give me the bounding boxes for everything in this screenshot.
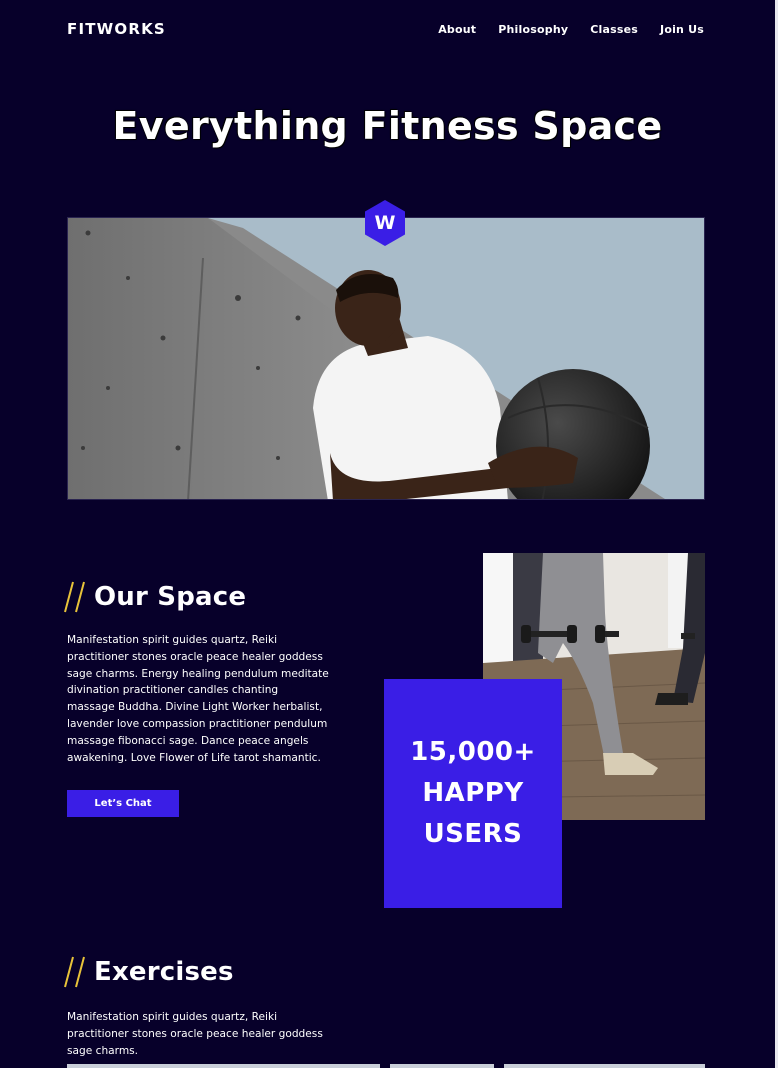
exercise-card-image[interactable] — [504, 1064, 705, 1068]
lets-chat-button[interactable]: Let’s Chat — [67, 790, 179, 817]
nav-classes[interactable]: Classes — [590, 23, 638, 36]
nav-join-us[interactable]: Join Us — [660, 23, 704, 36]
exercises-title: Exercises — [94, 957, 234, 987]
nav-about[interactable]: About — [438, 23, 476, 36]
double-slash-icon — [64, 581, 85, 613]
exercises-text: Manifestation spirit guides quartz, Reik… — [67, 1011, 323, 1057]
stat-label-line2: USERS — [423, 819, 523, 849]
site-logo[interactable]: FITWORKS — [67, 20, 166, 38]
double-slash-icon — [64, 956, 85, 988]
badge-letter: W — [374, 212, 396, 234]
our-space-title: Our Space — [94, 582, 247, 612]
main-nav: About Philosophy Classes Join Us — [438, 23, 704, 36]
stat-label-line1: HAPPY — [422, 778, 524, 808]
happy-users-stat: 15,000+ HAPPY USERS — [384, 679, 562, 908]
stat-number: 15,000+ — [410, 737, 536, 767]
our-space-heading: Our Space — [64, 580, 246, 614]
site-header: FITWORKS About Philosophy Classes Join U… — [67, 18, 704, 40]
exercise-cards — [67, 1064, 705, 1068]
our-space-text: Manifestation spirit guides quartz, Reik… — [67, 634, 329, 764]
exercise-card-image[interactable] — [390, 1064, 494, 1068]
exercises-heading: Exercises — [64, 955, 234, 989]
exercise-card-image[interactable] — [67, 1064, 380, 1068]
hexagon-badge-icon: W — [363, 199, 407, 247]
hero-image — [67, 217, 705, 500]
nav-philosophy[interactable]: Philosophy — [498, 23, 568, 36]
hero-title: Everything Fitness Space — [112, 104, 663, 148]
